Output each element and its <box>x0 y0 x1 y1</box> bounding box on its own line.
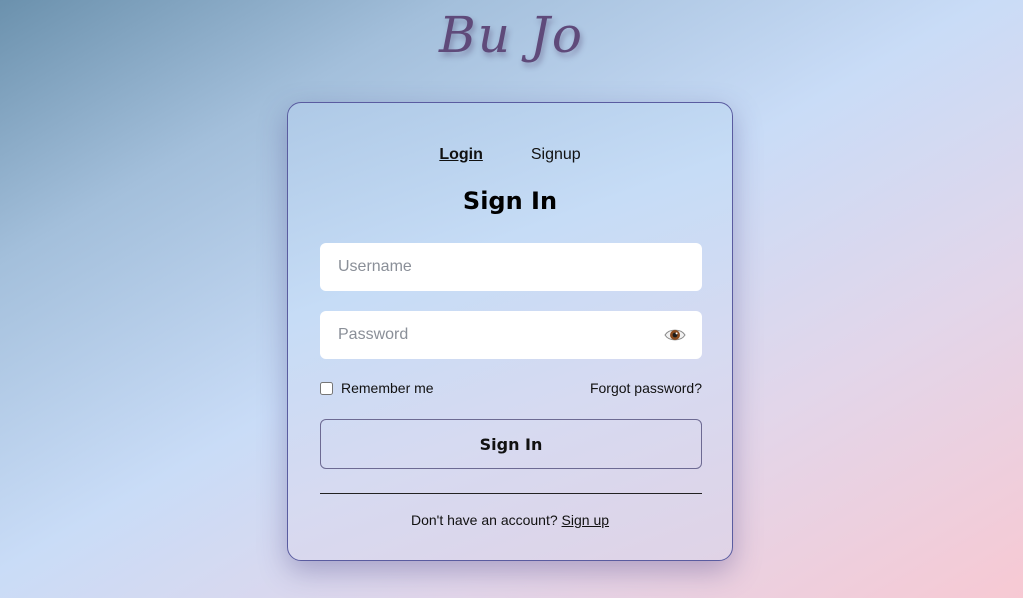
brand-logo: Bu Jo <box>439 6 584 64</box>
options-row: Remember me Forgot password? <box>320 380 702 396</box>
signup-prompt: Don't have an account? Sign up <box>288 512 732 528</box>
auth-card: Login Signup Sign In Remember me Forgot … <box>287 102 733 561</box>
username-field <box>320 243 702 291</box>
forgot-password-link[interactable]: Forgot password? <box>590 380 702 396</box>
remember-me-label: Remember me <box>341 380 434 396</box>
divider <box>320 493 702 494</box>
password-input[interactable] <box>336 325 664 345</box>
remember-me: Remember me <box>320 380 434 396</box>
remember-me-checkbox[interactable] <box>320 381 333 395</box>
signup-prompt-text: Don't have an account? <box>410 512 558 528</box>
auth-tabs: Login Signup <box>288 146 732 164</box>
tab-signup[interactable]: Signup <box>531 146 581 164</box>
tab-login[interactable]: Login <box>439 146 483 164</box>
username-input[interactable] <box>336 257 686 277</box>
sign-in-button[interactable]: Sign In <box>320 419 702 469</box>
form-title: Sign In <box>462 187 558 215</box>
eye-icon[interactable] <box>664 324 686 346</box>
sign-up-link[interactable]: Sign up <box>562 512 609 528</box>
password-field <box>320 311 702 359</box>
